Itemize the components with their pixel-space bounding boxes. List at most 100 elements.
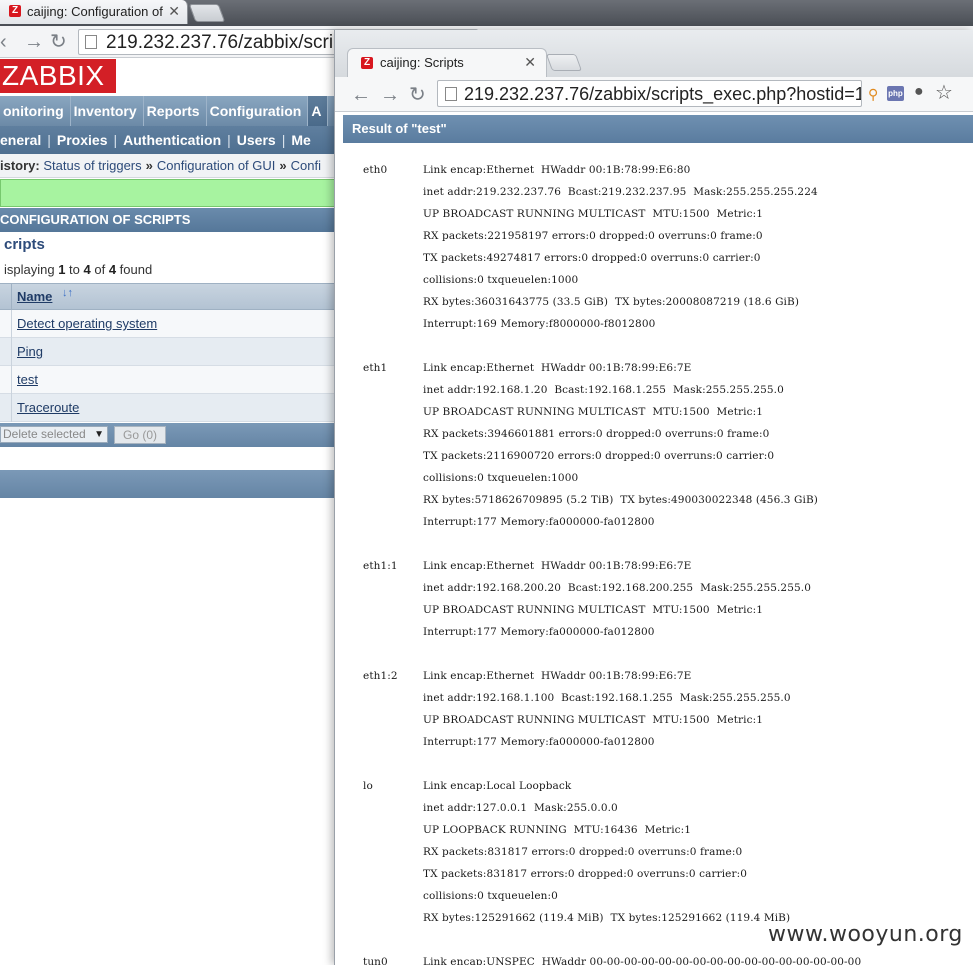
- go-button[interactable]: Go (0): [114, 426, 166, 444]
- output-text: UP BROADCAST RUNNING MULTICAST MTU:1500 …: [423, 208, 764, 220]
- message-bar: [0, 179, 340, 207]
- output-text: RX packets:221958197 errors:0 dropped:0 …: [423, 230, 763, 242]
- watermark: www.wooyun.org: [768, 922, 963, 947]
- output-line: inet addr:219.232.237.76 Bcast:219.232.2…: [343, 181, 973, 203]
- output-line: eth0 Link encap:Ethernet HWaddr 00:1B:78:…: [343, 159, 973, 181]
- row-checkbox[interactable]: [0, 366, 12, 394]
- output-text: RX bytes:125291662 (119.4 MiB) TX bytes:…: [423, 912, 791, 924]
- menu-inventory[interactable]: Inventory: [71, 96, 144, 126]
- row-checkbox[interactable]: [0, 338, 12, 366]
- output-text: TX packets:831817 errors:0 dropped:0 ove…: [423, 868, 748, 880]
- script-link[interactable]: Traceroute: [17, 400, 79, 415]
- interface-block: eth0 Link encap:Ethernet HWaddr 00:1B:78:…: [343, 159, 973, 335]
- interface-block: eth1:2 Link encap:Ethernet HWaddr 00:1B:7…: [343, 665, 973, 753]
- main-menu: onitoring Inventory Reports Configuration A: [0, 96, 340, 126]
- interface-block: lo Link encap:Local Loopback inet addr:127…: [343, 775, 973, 929]
- output-text: RX packets:831817 errors:0 dropped:0 ove…: [423, 846, 743, 858]
- new-tab-button[interactable]: [545, 54, 583, 71]
- script-link[interactable]: Detect operating system: [17, 316, 157, 331]
- output-text: Interrupt:169 Memory:f8000000-f8012800: [423, 318, 656, 330]
- output-text: RX bytes:36031643775 (33.5 GiB) TX bytes…: [423, 296, 800, 308]
- submenu-proxies[interactable]: Proxies: [57, 126, 108, 154]
- menu-reports[interactable]: Reports: [144, 96, 207, 126]
- star-icon[interactable]: ☆: [935, 80, 953, 105]
- new-tab-button[interactable]: [188, 4, 226, 22]
- browser-toolbar: ← → ↻ 219.232.237.76/zabbix/scripts_exec…: [335, 77, 973, 112]
- interface-block: eth1 Link encap:Ethernet HWaddr 00:1B:78:…: [343, 357, 973, 533]
- scripts-table: Name ↓↑ Detect operating system Ping tes…: [0, 283, 340, 422]
- submenu-authentication[interactable]: Authentication: [123, 126, 221, 154]
- footer-bar: [0, 470, 340, 498]
- output-line: tun0 Link encap:UNSPEC HWaddr 00-00-00-00…: [343, 951, 973, 965]
- menu-monitoring[interactable]: onitoring: [0, 96, 71, 126]
- submenu-users[interactable]: Users: [237, 126, 276, 154]
- menu-configuration[interactable]: Configuration: [207, 96, 309, 126]
- interface-name: eth1:2: [363, 670, 398, 682]
- output-text: TX packets:49274817 errors:0 dropped:0 o…: [423, 252, 761, 264]
- forward-arrow-icon[interactable]: →: [24, 30, 44, 54]
- output-text: inet addr:219.232.237.76 Bcast:219.232.2…: [423, 186, 818, 198]
- output-text: Interrupt:177 Memory:fa000000-fa012800: [423, 736, 655, 748]
- back-arrow-icon[interactable]: ←: [351, 83, 371, 107]
- back-arrow-icon[interactable]: ‹: [0, 30, 7, 54]
- reload-icon[interactable]: ↻: [50, 30, 67, 54]
- close-icon[interactable]: ✕: [168, 3, 180, 20]
- tab-scripts[interactable]: Z caijing: Scripts ✕: [347, 48, 547, 77]
- script-link[interactable]: test: [17, 372, 38, 387]
- tab-title: caijing: Scripts: [380, 55, 464, 70]
- output-text: Interrupt:177 Memory:fa000000-fa012800: [423, 516, 655, 528]
- output-line: Interrupt:177 Memory:fa000000-fa012800: [343, 731, 973, 753]
- output-line: RX packets:221958197 errors:0 dropped:0 …: [343, 225, 973, 247]
- menu-administration[interactable]: A: [308, 96, 329, 126]
- php-extension-icon[interactable]: php: [887, 86, 904, 101]
- output-text: Link encap:Ethernet HWaddr 00:1B:78:99:E…: [423, 362, 692, 374]
- output-line: eth1 Link encap:Ethernet HWaddr 00:1B:78:…: [343, 357, 973, 379]
- output-text: Link encap:Ethernet HWaddr 00:1B:78:99:E…: [423, 670, 692, 682]
- action-select[interactable]: Delete selected ▼: [0, 426, 108, 443]
- reload-icon[interactable]: ↻: [409, 83, 426, 107]
- output-line: Interrupt:177 Memory:fa000000-fa012800: [343, 621, 973, 643]
- history-link[interactable]: Confi: [291, 158, 321, 173]
- interface-name: lo: [363, 780, 373, 792]
- interface-name: eth1:1: [363, 560, 398, 572]
- output-line: inet addr:192.168.1.100 Bcast:192.168.1.…: [343, 687, 973, 709]
- history-breadcrumb: istory: Status of triggers» Configuration…: [0, 154, 340, 178]
- submenu-general[interactable]: eneral: [0, 126, 41, 154]
- output-line: lo Link encap:Local Loopback: [343, 775, 973, 797]
- output-line: TX packets:49274817 errors:0 dropped:0 o…: [343, 247, 973, 269]
- lightbulb-icon[interactable]: ●: [914, 83, 924, 101]
- table-row: test: [0, 366, 340, 394]
- output-line: Interrupt:177 Memory:fa000000-fa012800: [343, 511, 973, 533]
- output-line: RX packets:831817 errors:0 dropped:0 ove…: [343, 841, 973, 863]
- output-text: Link encap:UNSPEC HWaddr 00-00-00-00-00-…: [423, 956, 862, 965]
- row-checkbox[interactable]: [0, 310, 12, 338]
- row-checkbox[interactable]: [0, 394, 12, 422]
- history-link[interactable]: Status of triggers: [43, 158, 141, 173]
- forward-arrow-icon[interactable]: →: [380, 83, 400, 107]
- output-line: Interrupt:169 Memory:f8000000-f8012800: [343, 313, 973, 335]
- address-bar[interactable]: 219.232.237.76/zabbix/scripts_exec.php?h…: [437, 80, 862, 107]
- dropdown-arrow-icon: ▼: [94, 429, 104, 440]
- output-line: UP BROADCAST RUNNING MULTICAST MTU:1500 …: [343, 599, 973, 621]
- tab-configuration-of-scripts[interactable]: Z caijing: Configuration of ✕: [0, 0, 188, 24]
- output-text: inet addr:127.0.0.1 Mask:255.0.0.0: [423, 802, 618, 814]
- output-line: collisions:0 txqueuelen:0: [343, 885, 973, 907]
- result-header: Result of "test": [343, 115, 973, 143]
- interface-block: eth1:1 Link encap:Ethernet HWaddr 00:1B:7…: [343, 555, 973, 643]
- output-line: UP BROADCAST RUNNING MULTICAST MTU:1500 …: [343, 401, 973, 423]
- column-name-header[interactable]: Name: [17, 289, 52, 304]
- close-icon[interactable]: ✕: [524, 54, 536, 71]
- page-icon: [85, 35, 97, 49]
- script-link[interactable]: Ping: [17, 344, 43, 359]
- script-output: eth0 Link encap:Ethernet HWaddr 00:1B:78:…: [343, 143, 973, 965]
- output-text: Link encap:Ethernet HWaddr 00:1B:78:99:E…: [423, 164, 691, 176]
- table-header: Name ↓↑: [0, 283, 340, 311]
- submenu-media-types[interactable]: Me: [291, 126, 310, 154]
- history-link[interactable]: Configuration of GUI: [157, 158, 276, 173]
- extension-icon[interactable]: ⚲: [868, 86, 878, 103]
- zabbix-logo[interactable]: ZABBIX: [0, 59, 116, 93]
- select-all-checkbox[interactable]: [0, 284, 12, 311]
- zabbix-favicon-icon: Z: [9, 5, 21, 17]
- page-title: cripts: [4, 236, 45, 253]
- output-text: inet addr:192.168.200.20 Bcast:192.168.2…: [423, 582, 811, 594]
